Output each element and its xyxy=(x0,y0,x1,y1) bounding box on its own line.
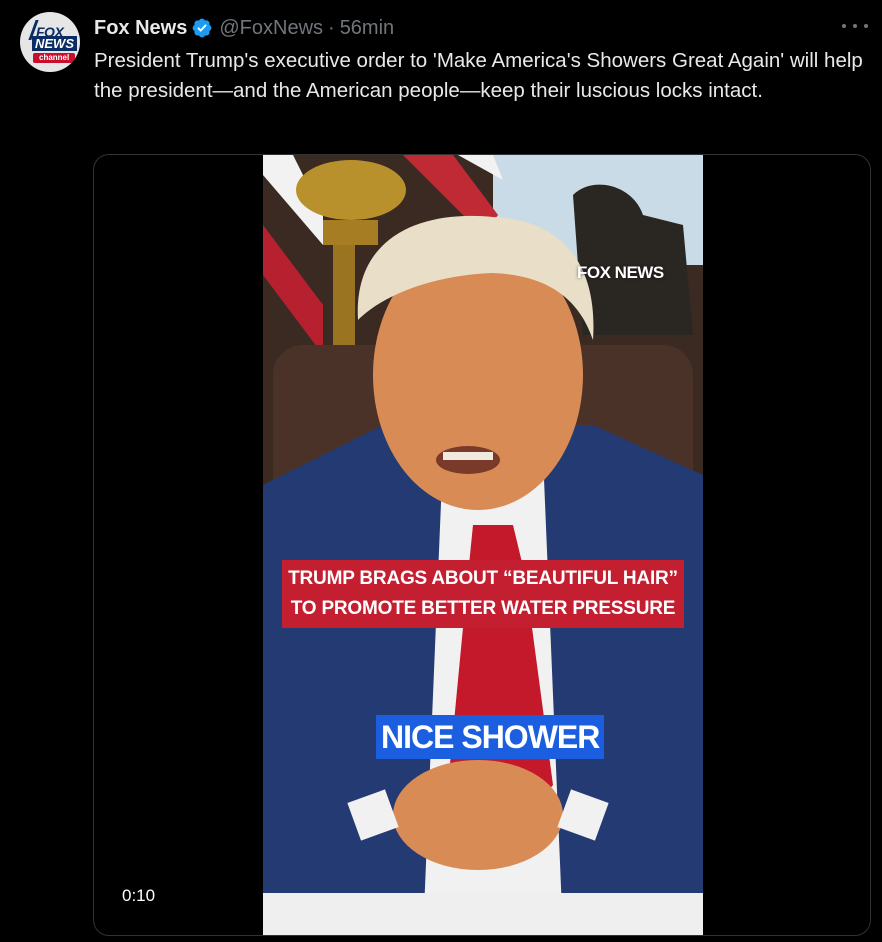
headline-line-2: TO PROMOTE BETTER WATER PRESSURE xyxy=(290,598,676,619)
avatar[interactable]: FOX NEWS channel xyxy=(20,12,80,72)
timestamp[interactable]: 56min xyxy=(340,17,394,40)
tweet-text: President Trump's executive order to 'Ma… xyxy=(94,49,863,102)
headline-caption: TRUMP BRAGS ABOUT “BEAUTIFUL HAIR” TO PR… xyxy=(282,560,684,628)
verified-badge-icon xyxy=(192,18,212,38)
logo-channel-text: channel xyxy=(33,53,76,63)
fox-news-logo-icon: FOX NEWS channel xyxy=(26,18,77,66)
fox-news-watermark: FOX NEWS xyxy=(577,263,664,282)
logo-news-text: NEWS xyxy=(32,36,77,51)
separator-dot: · xyxy=(328,16,335,39)
video-duration: 0:10 xyxy=(114,882,164,910)
tweet[interactable]: FOX NEWS channel Fox News @FoxNews · 56m… xyxy=(0,0,882,942)
ellipsis-icon[interactable] xyxy=(842,16,868,36)
tweet-header: Fox News @FoxNews · 56min xyxy=(94,14,394,42)
display-name[interactable]: Fox News xyxy=(94,17,187,40)
headline-line-1: TRUMP BRAGS ABOUT “BEAUTIFUL HAIR” xyxy=(288,568,678,589)
handle[interactable]: @FoxNews xyxy=(219,17,323,40)
video-player[interactable]: FOX NEWS TRUMP BRAGS ABOUT “BEAUTIFUL HA… xyxy=(263,155,703,935)
video-card[interactable]: FOX NEWS TRUMP BRAGS ABOUT “BEAUTIFUL HA… xyxy=(93,154,871,936)
subtitle-caption: NICE SHOWER xyxy=(376,715,605,759)
